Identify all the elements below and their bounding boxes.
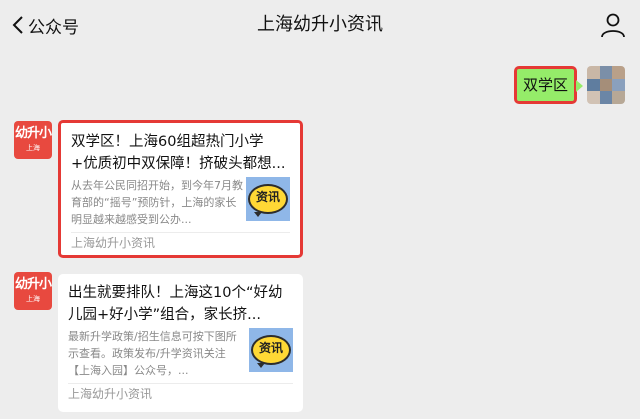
article-thumbnail: 资讯 <box>249 328 293 372</box>
user-avatar[interactable] <box>587 66 625 104</box>
article-description: 从去年公民同招开始，到今年7月教育部的“摇号”预防针，上海的家长明显越来越感受到… <box>71 179 243 226</box>
top-navigation-bar: 公众号 上海幼升小资讯 <box>0 0 640 50</box>
account-avatar[interactable]: 幼升小 上海 <box>14 272 52 310</box>
divider <box>71 232 290 233</box>
article-source: 上海幼升小资讯 <box>71 236 156 250</box>
back-button[interactable]: 公众号 <box>12 10 79 40</box>
chevron-left-icon <box>12 15 24 35</box>
article-card[interactable]: 双学区！上海60组超热门小学+优质初中双保障！挤破头都想... 从去年公民同招开… <box>58 120 303 258</box>
article-source: 上海幼升小资讯 <box>68 387 153 401</box>
divider <box>68 383 293 384</box>
avatar-logo-text: 幼升小 <box>14 277 52 292</box>
outgoing-message-text: 双学区 <box>522 76 568 94</box>
person-icon <box>600 13 626 42</box>
article-description: 最新升学政策/招生信息可按下图所示查看。政策发布/升学资讯关注【上海入园】公众号… <box>68 330 237 377</box>
bubble-tail <box>576 80 583 92</box>
speech-bubble-icon: 资讯 <box>251 335 291 368</box>
avatar-logo-subtext: 上海 <box>26 295 40 303</box>
account-avatar[interactable]: 幼升小 上海 <box>14 121 52 159</box>
speech-bubble-icon: 资讯 <box>248 184 288 217</box>
avatar-logo-text: 幼升小 <box>14 126 52 141</box>
avatar-logo-subtext: 上海 <box>26 144 40 152</box>
profile-button[interactable] <box>600 12 626 38</box>
article-thumbnail: 资讯 <box>246 177 290 221</box>
article-title: 双学区！上海60组超热门小学+优质初中双保障！挤破头都想... <box>71 134 286 172</box>
article-title: 出生就要排队！上海这10个“好幼儿园+好小学”组合，家长挤... <box>68 285 283 323</box>
article-card[interactable]: 出生就要排队！上海这10个“好幼儿园+好小学”组合，家长挤... 最新升学政策/… <box>58 274 303 412</box>
page-title: 上海幼升小资讯 <box>257 14 383 35</box>
back-label: 公众号 <box>28 17 79 38</box>
outgoing-message-bubble[interactable]: 双学区 <box>514 66 583 104</box>
